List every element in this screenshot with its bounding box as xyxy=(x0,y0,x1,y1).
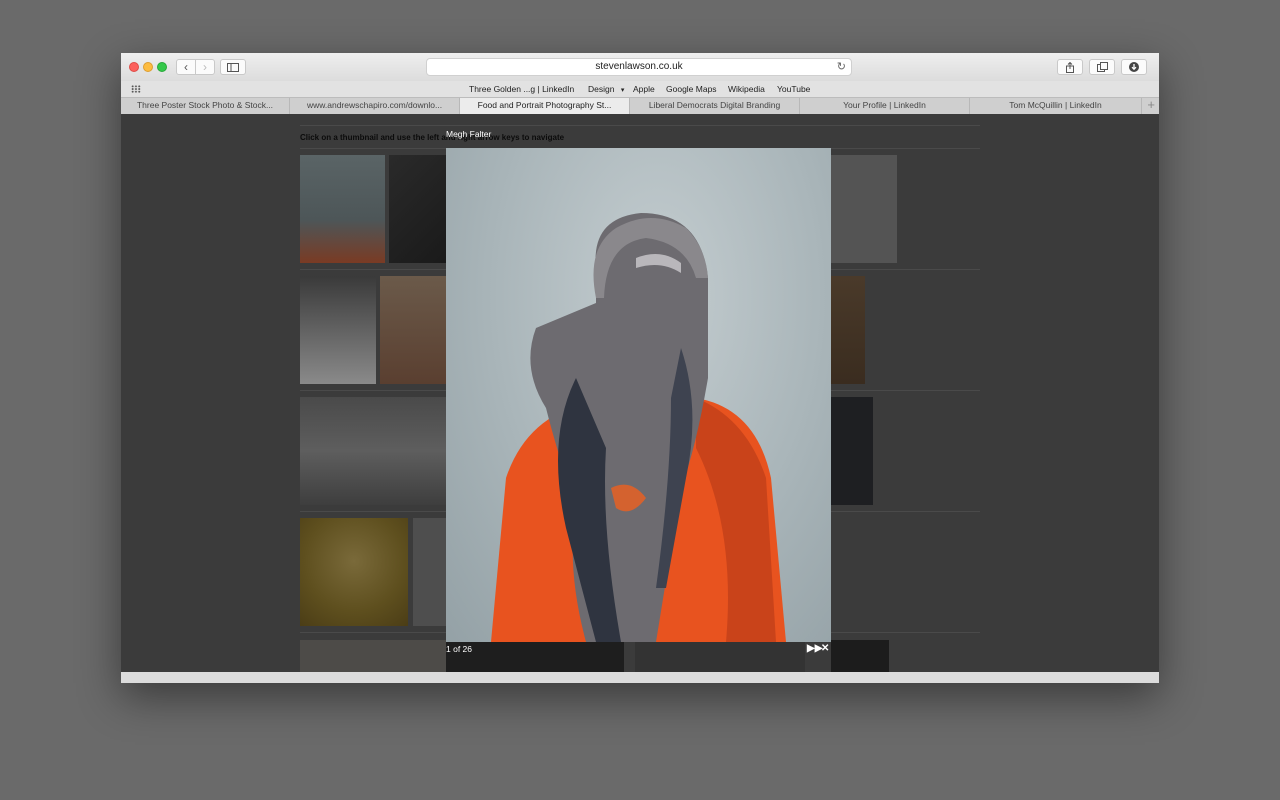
tabs-overview-icon xyxy=(1096,62,1108,72)
url-text: stevenlawson.co.uk xyxy=(595,61,683,72)
new-tab-button[interactable]: + xyxy=(1147,97,1155,112)
gallery-thumbnail[interactable] xyxy=(446,640,624,672)
gallery-thumbnail[interactable] xyxy=(831,640,889,672)
address-bar[interactable]: stevenlawson.co.uk ↻ xyxy=(426,58,852,76)
share-icon xyxy=(1066,61,1074,73)
bookmark-linkedin[interactable]: Three Golden ...g | LinkedIn xyxy=(469,84,574,94)
downloads-button[interactable] xyxy=(1121,59,1147,75)
gallery-thumbnail[interactable] xyxy=(300,397,446,505)
tab-label: Liberal Democrats Digital Branding xyxy=(648,100,781,110)
chevron-down-icon: ▾ xyxy=(620,87,625,94)
lightbox-caption: Megh Falter xyxy=(446,129,492,139)
gallery-thumbnail[interactable] xyxy=(300,640,446,672)
gallery-thumbnail[interactable] xyxy=(380,276,446,384)
share-button[interactable] xyxy=(1057,59,1083,75)
bookmark-design-label: Design xyxy=(588,84,615,94)
sidebar-icon xyxy=(227,63,239,72)
gallery-thumbnail[interactable] xyxy=(635,640,805,672)
tabs-overview-button[interactable] xyxy=(1089,59,1115,75)
bookmarks-bar: Three Golden ...g | LinkedIn Design ▾ Ap… xyxy=(121,81,1159,97)
gallery-thumbnail[interactable] xyxy=(831,397,873,505)
browser-window: ‹ › stevenlawson.co.uk ↻ Three Golden ..… xyxy=(121,53,1159,683)
tab-label: Three Poster Stock Photo & Stock... xyxy=(136,100,274,110)
reload-icon[interactable]: ↻ xyxy=(837,59,846,75)
sidebar-button[interactable] xyxy=(220,59,246,75)
fullscreen-window-button[interactable] xyxy=(157,62,167,72)
bookmark-apple[interactable]: Apple xyxy=(633,84,655,94)
tab-food-portrait[interactable]: Food and Portrait Photography St... xyxy=(460,98,630,114)
chevron-right-icon: › xyxy=(203,60,207,74)
tab-poster-stock[interactable]: Three Poster Stock Photo & Stock... xyxy=(121,98,290,114)
gallery-thumbnail[interactable] xyxy=(413,518,446,626)
top-sites-grid-icon[interactable] xyxy=(131,85,141,93)
gallery-thumbnail[interactable] xyxy=(300,155,385,263)
lightbox-image[interactable] xyxy=(446,148,831,642)
bookmark-youtube[interactable]: YouTube xyxy=(777,84,810,94)
bookmark-google-maps[interactable]: Google Maps xyxy=(666,84,717,94)
browser-status-bar xyxy=(121,672,1159,683)
close-icon[interactable]: ✕ xyxy=(821,643,829,654)
gallery-thumbnail[interactable] xyxy=(300,518,408,626)
tab-label: www.andrewschapiro.com/downlo... xyxy=(306,100,443,110)
gallery-thumbnail[interactable] xyxy=(389,155,446,263)
browser-toolbar: ‹ › stevenlawson.co.uk ↻ xyxy=(121,53,1159,81)
tab-label: Food and Portrait Photography St... xyxy=(477,100,612,110)
tab-label: Tom McQuillin | LinkedIn xyxy=(1009,100,1102,110)
back-button[interactable]: ‹ xyxy=(176,59,196,75)
minimize-window-button[interactable] xyxy=(143,62,153,72)
divider xyxy=(300,125,980,126)
forward-button[interactable]: › xyxy=(195,59,215,75)
gallery-thumbnail[interactable] xyxy=(300,276,376,384)
tab-tom-mcquillin[interactable]: Tom McQuillin | LinkedIn xyxy=(970,98,1142,114)
close-window-button[interactable] xyxy=(129,62,139,72)
bookmark-design-folder[interactable]: Design ▾ xyxy=(588,84,624,94)
tab-bar: Three Poster Stock Photo & Stock... www.… xyxy=(121,97,1159,114)
tab-label: Your Profile | LinkedIn xyxy=(843,100,926,110)
tab-lib-dems[interactable]: Liberal Democrats Digital Branding xyxy=(630,98,800,114)
gallery-thumbnail[interactable] xyxy=(831,276,865,384)
chevron-left-icon: ‹ xyxy=(184,60,188,74)
tab-andrewschapiro[interactable]: www.andrewschapiro.com/downlo... xyxy=(290,98,460,114)
tab-your-profile[interactable]: Your Profile | LinkedIn xyxy=(800,98,970,114)
portrait-photo xyxy=(491,213,786,642)
download-icon xyxy=(1129,62,1139,72)
gallery-instructions: Click on a thumbnail and use the left an… xyxy=(300,133,565,142)
gallery-thumbnail[interactable] xyxy=(831,155,897,263)
bookmark-wikipedia[interactable]: Wikipedia xyxy=(728,84,765,94)
page-content: Click on a thumbnail and use the left an… xyxy=(121,114,1159,672)
lightbox-counter: 1 of 26 xyxy=(446,644,472,654)
